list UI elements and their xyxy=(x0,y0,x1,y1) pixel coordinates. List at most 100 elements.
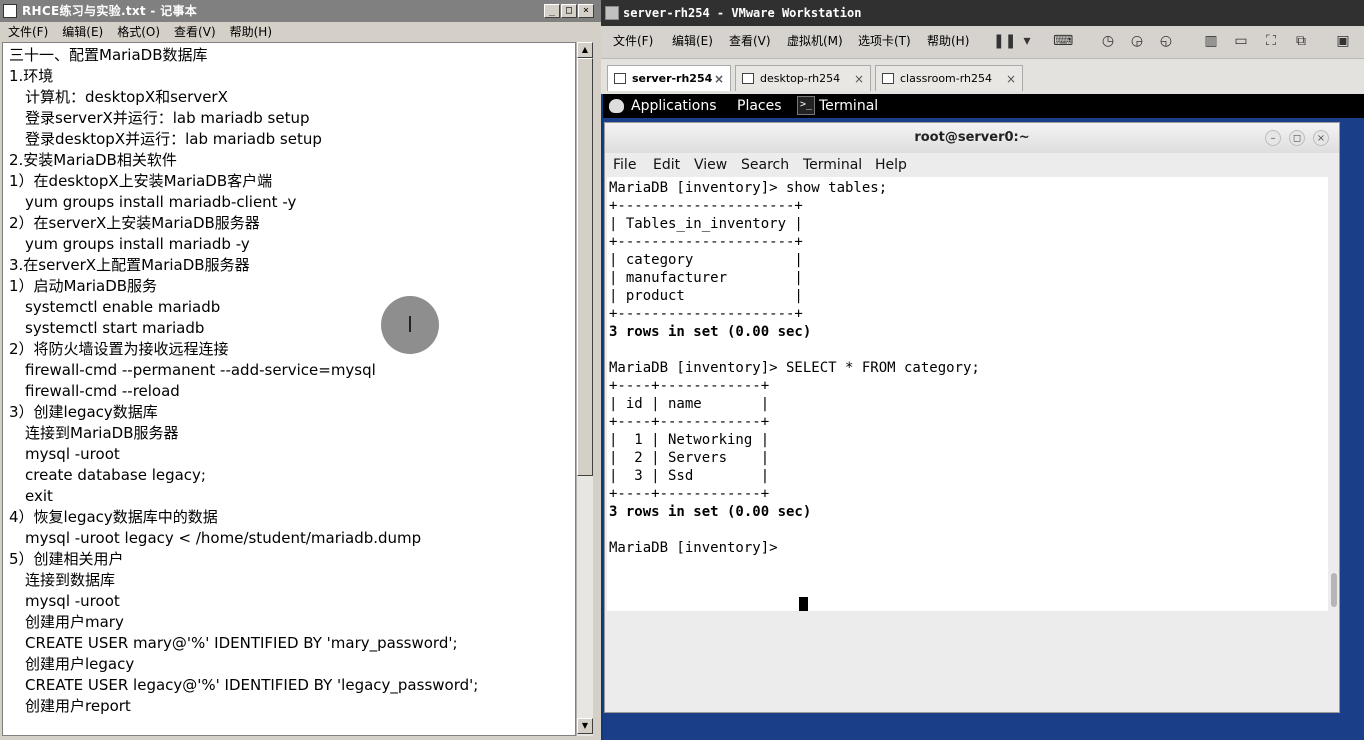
term-menu-file[interactable]: File xyxy=(613,154,636,176)
text-line: 2）在serverX上安装MariaDB服务器 xyxy=(9,214,260,232)
terminal-title-bar[interactable]: root@server0:~ xyxy=(605,123,1339,153)
scroll-thumb[interactable] xyxy=(577,58,593,476)
terminal-line: +----+------------+ xyxy=(609,486,770,502)
text-line: exit xyxy=(25,487,53,505)
notepad-scrollbar[interactable]: ▲ ▼ xyxy=(576,42,593,736)
term-menu-search[interactable]: Search xyxy=(741,154,789,176)
text-line: 3）创建legacy数据库 xyxy=(9,403,158,421)
text-line: create database legacy; xyxy=(25,466,206,484)
terminal-output[interactable]: MariaDB [inventory]> show tables; +------… xyxy=(607,177,1328,611)
unity-icon[interactable]: ⧉ xyxy=(1291,32,1311,50)
text-line: 创建用户report xyxy=(25,697,131,715)
terminal-line: +----+------------+ xyxy=(609,378,770,394)
text-line: 2）将防火墙设置为接收远程连接 xyxy=(9,340,229,358)
close-button[interactable]: × xyxy=(578,4,594,18)
pause-icon[interactable]: ❚❚ xyxy=(993,32,1016,50)
vm-menu-tabs[interactable]: 选项卡(T) xyxy=(858,26,911,56)
terminal-line: | 1 | Networking | xyxy=(609,432,770,448)
terminal-line: | Tables_in_inventory | xyxy=(609,216,803,232)
terminal-cursor xyxy=(799,597,808,611)
menu-view[interactable]: 查看(V) xyxy=(174,25,216,39)
text-line: 创建用户mary xyxy=(25,613,124,631)
term-menu-view[interactable]: View xyxy=(694,154,727,176)
snapshot-icon[interactable]: ◷ xyxy=(1098,32,1118,50)
terminal-line: 3 rows in set (0.00 sec) xyxy=(609,504,812,520)
tab-close-icon[interactable]: × xyxy=(854,66,864,92)
notepad-text-area[interactable]: 三十一、配置MariaDB数据库 1.环境 计算机：desktopX和serverX… xyxy=(2,42,576,736)
tab-label: desktop-rh254 xyxy=(760,72,841,85)
scroll-up-arrow[interactable]: ▲ xyxy=(577,42,593,58)
text-line: mysql -uroot legacy < /home/student/mari… xyxy=(25,529,422,547)
gnome-foot-icon xyxy=(609,99,624,113)
text-line: systemctl start mariadb xyxy=(25,319,205,337)
minimize-button[interactable]: _ xyxy=(544,4,560,18)
menu-help[interactable]: 帮助(H) xyxy=(230,25,272,39)
gnome-top-bar: Applications Places >_ Terminal xyxy=(603,94,1364,118)
text-line: 计算机：desktopX和serverX xyxy=(25,88,228,106)
terminal-line: MariaDB [inventory]> SELECT * FROM categ… xyxy=(609,360,980,376)
terminal-line: +---------------------+ xyxy=(609,234,803,250)
tab-desktop-rh254[interactable]: desktop-rh254 × xyxy=(735,65,871,91)
dropdown-arrow-icon[interactable]: ▾ xyxy=(1017,32,1037,50)
terminal-scroll-thumb[interactable] xyxy=(1331,573,1337,607)
fullscreen-icon[interactable]: ⛶ xyxy=(1261,32,1281,50)
vm-icon xyxy=(742,73,754,84)
vmware-title-bar[interactable]: server-rh254 - VMware Workstation xyxy=(601,0,1364,26)
applications-menu[interactable]: Applications xyxy=(631,94,717,118)
vm-menu-file[interactable]: 文件(F) xyxy=(613,26,653,56)
text-line: yum groups install mariadb-client -y xyxy=(25,193,297,211)
terminal-line: MariaDB [inventory]> xyxy=(609,540,787,556)
revert-snapshot-icon[interactable]: ◶ xyxy=(1127,32,1147,50)
vmware-icon xyxy=(605,6,619,20)
text-line: systemctl enable mariadb xyxy=(25,298,221,316)
text-line: CREATE USER mary@'%' IDENTIFIED BY 'mary… xyxy=(25,634,458,652)
terminal-line: | 2 | Servers | xyxy=(609,450,770,466)
maximize-button[interactable]: □ xyxy=(561,4,577,18)
tab-close-icon[interactable]: × xyxy=(1006,66,1016,92)
terminal-line: MariaDB [inventory]> show tables; xyxy=(609,180,888,196)
scroll-down-arrow[interactable]: ▼ xyxy=(577,718,593,734)
tab-classroom-rh254[interactable]: classroom-rh254 × xyxy=(875,65,1023,91)
text-line: 连接到MariaDB服务器 xyxy=(25,424,179,442)
text-line: firewall-cmd --reload xyxy=(25,382,180,400)
term-menu-terminal[interactable]: Terminal xyxy=(803,154,862,176)
tab-label: server-rh254 xyxy=(632,72,713,85)
text-line: 登录desktopX并运行：lab mariadb setup xyxy=(25,130,322,148)
text-line: 1）在desktopX上安装MariaDB客户端 xyxy=(9,172,273,190)
vm-icon xyxy=(614,73,626,84)
terminal-minimize-button[interactable]: – xyxy=(1265,130,1281,146)
vm-menu-help[interactable]: 帮助(H) xyxy=(927,26,969,56)
places-menu[interactable]: Places xyxy=(737,94,782,118)
notepad-title-bar[interactable]: RHCE练习与实验.txt - 记事本 _ □ × xyxy=(0,0,601,22)
vm-menu-vm[interactable]: 虚拟机(M) xyxy=(787,26,843,56)
tab-server-rh254[interactable]: server-rh254 × xyxy=(607,65,731,91)
terminal-app-menu[interactable]: Terminal xyxy=(819,94,878,118)
preferences-icon[interactable]: ▣ xyxy=(1333,32,1353,50)
menu-edit[interactable]: 编辑(E) xyxy=(62,25,103,39)
notepad-title: RHCE练习与实验.txt - 记事本 xyxy=(22,4,198,18)
terminal-line: | 3 | Ssd | xyxy=(609,468,770,484)
menu-format[interactable]: 格式(O) xyxy=(117,25,160,39)
terminal-maximize-button[interactable]: ◻ xyxy=(1289,130,1305,146)
vm-menu-edit[interactable]: 编辑(E) xyxy=(672,26,713,56)
snapshot-manager-icon[interactable]: ◵ xyxy=(1156,32,1176,50)
console-view-icon[interactable]: ▭ xyxy=(1231,32,1251,50)
terminal-line: | product | xyxy=(609,288,803,304)
vm-icon xyxy=(882,73,894,84)
text-line: 登录serverX并运行：lab mariadb setup xyxy=(25,109,310,127)
vmware-title: server-rh254 - VMware Workstation xyxy=(623,6,862,20)
term-menu-help[interactable]: Help xyxy=(875,154,907,176)
tab-close-icon[interactable]: × xyxy=(714,66,724,92)
terminal-close-button[interactable]: × xyxy=(1313,130,1329,146)
term-menu-edit[interactable]: Edit xyxy=(653,154,680,176)
text-line: 5）创建相关用户 xyxy=(9,550,124,568)
terminal-title: root@server0:~ xyxy=(914,130,1030,145)
sidebar-icon[interactable]: ▥ xyxy=(1201,32,1221,50)
notepad-menu-bar: 文件(F) 编辑(E) 格式(O) 查看(V) 帮助(H) xyxy=(0,22,601,42)
send-keys-icon[interactable]: ⌨ xyxy=(1053,32,1073,50)
vm-menu-view[interactable]: 查看(V) xyxy=(729,26,771,56)
terminal-line: +----+------------+ xyxy=(609,414,770,430)
menu-file[interactable]: 文件(F) xyxy=(8,25,48,39)
tab-label: classroom-rh254 xyxy=(900,72,993,85)
terminal-scrollbar[interactable] xyxy=(1329,177,1339,611)
